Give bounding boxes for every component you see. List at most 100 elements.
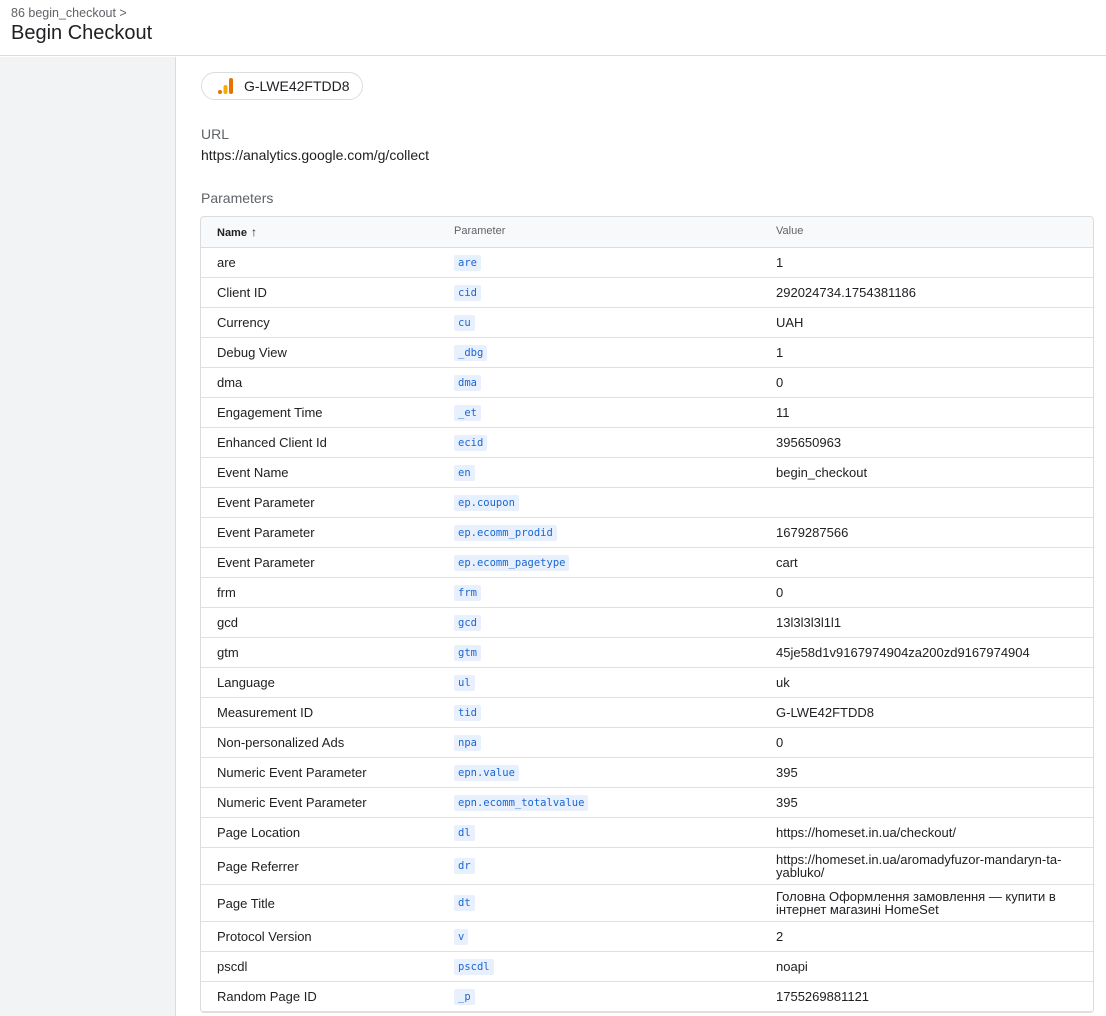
row-name: Numeric Event Parameter <box>217 765 367 780</box>
row-parameter-cell: dma <box>454 368 764 397</box>
row-name: Enhanced Client Id <box>217 435 327 450</box>
row-parameter-key: npa <box>454 734 481 751</box>
row-value: 1679287566 <box>776 525 849 540</box>
table-row[interactable]: Non-personalized Ads npa 0 <box>201 728 1093 758</box>
row-parameter-key: _et <box>454 404 481 421</box>
breadcrumb[interactable]: 86 begin_checkout > <box>11 6 127 20</box>
row-value: 292024734.1754381186 <box>776 285 917 300</box>
left-panel <box>0 57 176 1016</box>
row-name: gtm <box>217 645 239 660</box>
table-row[interactable]: frm frm 0 <box>201 578 1093 608</box>
table-row[interactable]: Random Page ID _p 1755269881121 <box>201 982 1093 1012</box>
row-name: Event Name <box>217 465 289 480</box>
table-row[interactable]: Currency cu UAH <box>201 308 1093 338</box>
measurement-id-label: G-LWE42FTDD8 <box>244 78 350 94</box>
url-label: URL <box>201 126 230 142</box>
table-row[interactable]: Engagement Time _et 11 <box>201 398 1093 428</box>
table-row[interactable]: Page Location dl https://homeset.in.ua/che… <box>201 818 1093 848</box>
table-row[interactable]: Language ul uk <box>201 668 1093 698</box>
row-name: Language <box>217 675 275 690</box>
row-value <box>776 488 1086 517</box>
row-parameter-key: pscdl <box>454 958 494 975</box>
row-value: Головна Оформлення замовлення — купити в… <box>776 889 1056 917</box>
row-name: Protocol Version <box>217 929 312 944</box>
row-value: noapi <box>776 959 808 974</box>
table-row[interactable]: Debug View _dbg 1 <box>201 338 1093 368</box>
row-parameter-cell: ep.ecomm_pagetype <box>454 548 764 577</box>
column-header-value[interactable]: Value <box>776 225 803 237</box>
row-parameter-key: dr <box>454 858 475 874</box>
table-row[interactable]: Event Parameter ep.ecomm_pagetype cart <box>201 548 1093 578</box>
row-name: Non-personalized Ads <box>217 735 345 750</box>
row-value: https://homeset.in.ua/checkout/ <box>776 825 956 840</box>
row-value: UAH <box>776 315 804 330</box>
row-value: 395 <box>776 795 798 810</box>
row-name: Client ID <box>217 285 267 300</box>
row-value: 395 <box>776 765 798 780</box>
table-body: are are 1 Client ID cid 292024734.1754381186 C… <box>201 248 1093 1012</box>
column-header-parameter[interactable]: Parameter <box>454 225 505 237</box>
row-name: Page Title <box>217 895 275 911</box>
google-analytics-icon <box>218 78 233 94</box>
row-parameter-key: _dbg <box>454 344 488 361</box>
row-value: 1 <box>776 255 784 270</box>
table-row[interactable]: Protocol Version v 2 <box>201 922 1093 952</box>
table-row[interactable]: gtm gtm 45je58d1v9167974904za200zd91679749… <box>201 638 1093 668</box>
row-parameter-cell: cu <box>454 308 764 337</box>
row-value: 395650963 <box>776 435 842 450</box>
row-name: Page Referrer <box>217 858 299 874</box>
table-row[interactable]: Numeric Event Parameter epn.value 395 <box>201 758 1093 788</box>
row-parameter-key: dt <box>454 895 475 911</box>
table-row[interactable]: dma dma 0 <box>201 368 1093 398</box>
row-name: Random Page ID <box>217 989 317 1004</box>
table-row[interactable]: Measurement ID tid G-LWE42FTDD8 <box>201 698 1093 728</box>
table-row[interactable]: Event Parameter ep.ecomm_prodid 1679287566 <box>201 518 1093 548</box>
table-row[interactable]: Numeric Event Parameter epn.ecomm_totalva… <box>201 788 1093 818</box>
row-parameter-cell: _et <box>454 398 764 427</box>
row-name: are <box>217 255 236 270</box>
table-row[interactable]: Event Name en begin_checkout <box>201 458 1093 488</box>
measurement-id-chip[interactable]: G-LWE42FTDD8 <box>201 72 363 100</box>
row-parameter-cell: npa <box>454 728 764 757</box>
main-content: G-LWE42FTDD8 URL https://analytics.googl… <box>177 57 1106 1016</box>
row-parameter-key: ep.ecomm_pagetype <box>454 554 570 571</box>
table-row[interactable]: gcd gcd 13l3l3l3l1l1 <box>201 608 1093 638</box>
table-row[interactable]: Client ID cid 292024734.1754381186 <box>201 278 1093 308</box>
table-header: Name ↑ Parameter Value <box>201 217 1093 248</box>
column-header-name[interactable]: Name ↑ <box>217 225 257 239</box>
table-row[interactable]: Page Title dt Головна Оформлення замовленн… <box>201 885 1093 922</box>
table-row[interactable]: Enhanced Client Id ecid 395650963 <box>201 428 1093 458</box>
row-parameter-key: dma <box>454 374 481 391</box>
row-parameter-key: v <box>454 928 469 945</box>
row-value: 0 <box>776 585 784 600</box>
row-parameter-cell: en <box>454 458 764 487</box>
arrow-up-icon[interactable]: ↑ <box>251 225 257 239</box>
table-row[interactable]: Event Parameter ep.coupon <box>201 488 1093 518</box>
row-parameter-key: ep.ecomm_prodid <box>454 524 557 541</box>
row-name: Event Parameter <box>217 525 315 540</box>
row-parameter-cell: _dbg <box>454 338 764 367</box>
table-row[interactable]: pscdl pscdl noapi <box>201 952 1093 982</box>
parameters-table: Name ↑ Parameter Value are are 1 Client ID ci… <box>200 216 1094 1013</box>
row-value: 11 <box>776 405 790 420</box>
row-name: gcd <box>217 615 238 630</box>
table-row[interactable]: are are 1 <box>201 248 1093 278</box>
row-value: 13l3l3l3l1l1 <box>776 615 842 630</box>
page-title: Begin Checkout <box>11 22 153 44</box>
row-parameter-cell: are <box>454 248 764 277</box>
row-parameter-cell: epn.value <box>454 758 764 787</box>
row-value: G-LWE42FTDD8 <box>776 705 874 720</box>
table-row[interactable]: Page Referrer dr https://homeset.in.ua/aro… <box>201 848 1093 885</box>
parameters-label: Parameters <box>201 190 274 206</box>
row-parameter-key: are <box>454 254 481 271</box>
row-parameter-key: frm <box>454 584 481 601</box>
row-value: begin_checkout <box>776 465 868 480</box>
row-parameter-cell: ul <box>454 668 764 697</box>
row-value: https://homeset.in.ua/aromadyfuzor-manda… <box>776 852 1062 880</box>
row-value: 45je58d1v9167974904za200zd9167974904 <box>776 645 1030 660</box>
row-parameter-key: cid <box>454 284 481 301</box>
row-parameter-cell: tid <box>454 698 764 727</box>
row-parameter-key: epn.ecomm_totalvalue <box>454 794 589 811</box>
row-parameter-key: ep.coupon <box>454 494 519 511</box>
row-parameter-cell: v <box>454 922 764 951</box>
